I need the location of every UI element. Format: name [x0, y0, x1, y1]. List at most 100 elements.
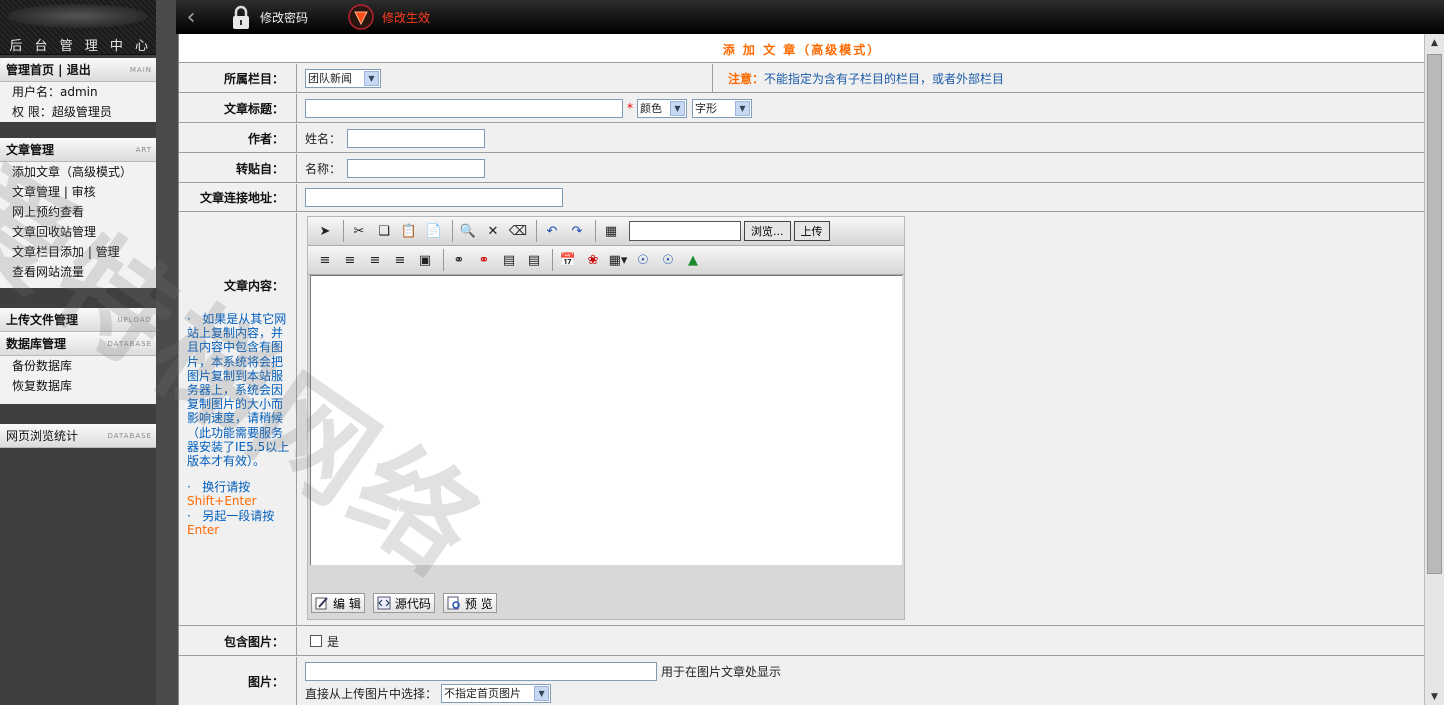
- category-select-value: 团队新闻: [308, 72, 352, 85]
- copy-icon[interactable]: ❏: [373, 220, 395, 242]
- menu-item-backup[interactable]: 备份数据库: [0, 356, 156, 376]
- scroll-thumb[interactable]: [1427, 54, 1442, 574]
- form-header: 添 加 文 章（高级模式）: [179, 34, 1424, 63]
- mode-preview-label: 预 览: [464, 596, 493, 611]
- paste-text-icon[interactable]: 📄: [423, 220, 445, 242]
- eraser-icon[interactable]: ⌫: [507, 220, 529, 242]
- menu-item-booking[interactable]: 网上预约查看: [0, 202, 156, 222]
- menu-tag: ART: [135, 145, 152, 154]
- menu-title[interactable]: 上传文件管理: [6, 311, 78, 328]
- title-input[interactable]: [305, 98, 623, 118]
- chevron-down-icon: ▼: [735, 100, 750, 116]
- special-char-icon[interactable]: ❀: [582, 249, 604, 271]
- font-style-select-value: 字形: [695, 102, 717, 115]
- image-icon[interactable]: ▲: [682, 249, 704, 271]
- include-image-checkbox[interactable]: [310, 635, 322, 647]
- menu-item-restore[interactable]: 恢复数据库: [0, 376, 156, 396]
- editor-content-area[interactable]: [310, 275, 902, 565]
- color-select[interactable]: 颜色 ▼: [637, 98, 687, 118]
- author-name-input[interactable]: [347, 128, 486, 148]
- delete-icon[interactable]: ✕: [482, 220, 504, 242]
- browse-button[interactable]: 浏览...: [744, 221, 791, 241]
- change-password-label: 修改密码: [260, 10, 309, 25]
- upload-button[interactable]: 上传: [793, 221, 830, 241]
- redo-icon[interactable]: ↷: [566, 220, 588, 242]
- undo-icon[interactable]: ↶: [541, 220, 563, 242]
- form-title: 添 加 文 章（高级模式）: [722, 43, 882, 57]
- menu-title[interactable]: 文章管理: [6, 141, 54, 158]
- author-value-cell: 姓名：: [305, 124, 486, 152]
- include-image-label: 包含图片：: [179, 627, 297, 655]
- sidebar: 后 台 管 理 中 心 管理首页 | 退出 MAIN 用户名：admin 权 限：…: [0, 0, 156, 705]
- change-password-button[interactable]: 修改密码: [230, 0, 308, 34]
- source-name-label: 名称：: [305, 161, 342, 176]
- pointer-icon[interactable]: ➤: [314, 220, 336, 242]
- justify-icon[interactable]: ≡: [389, 249, 411, 271]
- note-text: 不能指定为含有子栏目的栏目，或者外部栏目: [764, 71, 1005, 86]
- menu-head-main[interactable]: 管理首页 | 退出 MAIN: [0, 58, 156, 82]
- title-label: 文章标题：: [179, 94, 297, 122]
- menu-item-recycle[interactable]: 文章回收站管理: [0, 222, 156, 242]
- date-icon[interactable]: 📅: [557, 249, 579, 271]
- align-left-icon[interactable]: ≡: [314, 249, 336, 271]
- cut-icon[interactable]: ✂: [348, 220, 370, 242]
- menu-head-upload[interactable]: 上传文件管理 UPLOAD: [0, 308, 156, 332]
- menu-tag: MAIN: [129, 65, 152, 74]
- image-url-input[interactable]: [305, 661, 657, 681]
- insert-row-icon[interactable]: ☉: [632, 249, 654, 271]
- unlink-icon[interactable]: ⚭: [473, 249, 495, 271]
- source-name-input[interactable]: [347, 158, 486, 178]
- menu-head-database[interactable]: 数据库管理 DATABASE: [0, 332, 156, 356]
- include-image-cell: 是: [310, 627, 339, 655]
- hr-dash-icon[interactable]: ▤: [523, 249, 545, 271]
- font-style-select[interactable]: 字形 ▼: [692, 98, 752, 118]
- menu-head-articles[interactable]: 文章管理 ART: [0, 138, 156, 162]
- table-icon[interactable]: ▦▾: [607, 249, 629, 271]
- back-arrow-icon[interactable]: ‹: [176, 0, 206, 34]
- edit-icon: [315, 597, 328, 610]
- find-icon[interactable]: 🔍: [457, 220, 479, 242]
- link-icon[interactable]: ⚭: [448, 249, 470, 271]
- upload-image-select-value: 不指定首页图片: [444, 687, 522, 700]
- category-select[interactable]: 团队新闻 ▼: [305, 68, 381, 88]
- paste-icon[interactable]: 📋: [398, 220, 420, 242]
- image-label: 图片：: [179, 657, 297, 705]
- upload-file-input[interactable]: [629, 221, 741, 241]
- mode-preview-button[interactable]: 预 览: [442, 593, 497, 613]
- menu-title[interactable]: 网页浏览统计: [6, 427, 78, 444]
- menu-main: 管理首页 | 退出 MAIN 用户名：admin 权 限：超级管理员: [0, 58, 156, 122]
- mode-edit-button[interactable]: 编 辑: [311, 593, 365, 613]
- mode-source-button[interactable]: 源代码: [372, 593, 435, 613]
- menu-item-category[interactable]: 文章栏目添加 | 管理: [0, 242, 156, 262]
- menu-head-stats[interactable]: 网页浏览统计 DATABASE: [0, 424, 156, 448]
- image-value-cell: 用于在图片文章处显示 直接从上传图片中选择： 不指定首页图片 ▼: [305, 657, 781, 705]
- apply-changes-button[interactable]: 修改生效: [348, 0, 430, 34]
- link-input[interactable]: [305, 188, 563, 207]
- scroll-down-icon[interactable]: ▼: [1425, 688, 1444, 705]
- content-label-cell: 文章内容： · 如果是从其它网站上复制内容，并且内容中包含有图片，本系统将会把图…: [179, 213, 297, 625]
- lock-icon: [233, 5, 249, 29]
- include-image-row: 包含图片： 是: [179, 627, 1424, 656]
- insert-col-icon[interactable]: ☉: [657, 249, 679, 271]
- menu-item-traffic[interactable]: 查看网站流量: [0, 262, 156, 282]
- category-row: 所属栏目： 团队新闻 ▼ 注意： 不能指定为含有子栏目的栏目，或者外部栏目: [179, 64, 1424, 93]
- hint-paragraph: · 另起一段请按 Enter: [187, 509, 290, 537]
- scroll-up-icon[interactable]: ▲: [1425, 34, 1444, 51]
- menu-tag: DATABASE: [107, 339, 152, 348]
- menu-title[interactable]: 数据库管理: [6, 335, 66, 352]
- vertical-scrollbar[interactable]: ▲ ▼: [1424, 34, 1444, 705]
- calculator-icon[interactable]: ▦: [600, 220, 622, 242]
- menu-title[interactable]: 管理首页 | 退出: [6, 61, 91, 78]
- upload-image-select[interactable]: 不指定首页图片 ▼: [441, 683, 552, 703]
- align-center-icon[interactable]: ≡: [339, 249, 361, 271]
- category-label: 所属栏目：: [179, 64, 297, 92]
- top-toolbar: ‹ 修改密码 修改生效: [176, 0, 1444, 34]
- box-icon[interactable]: ▣: [414, 249, 436, 271]
- menu-item-add-article[interactable]: 添加文章（高级模式）: [0, 162, 156, 182]
- menu-tag: DATABASE: [107, 431, 152, 440]
- preview-icon: [447, 596, 460, 610]
- menu-item-article-manage[interactable]: 文章管理 | 审核: [0, 182, 156, 202]
- hr-icon[interactable]: ▤: [498, 249, 520, 271]
- source-label: 转贴自：: [179, 154, 297, 182]
- align-right-icon[interactable]: ≡: [364, 249, 386, 271]
